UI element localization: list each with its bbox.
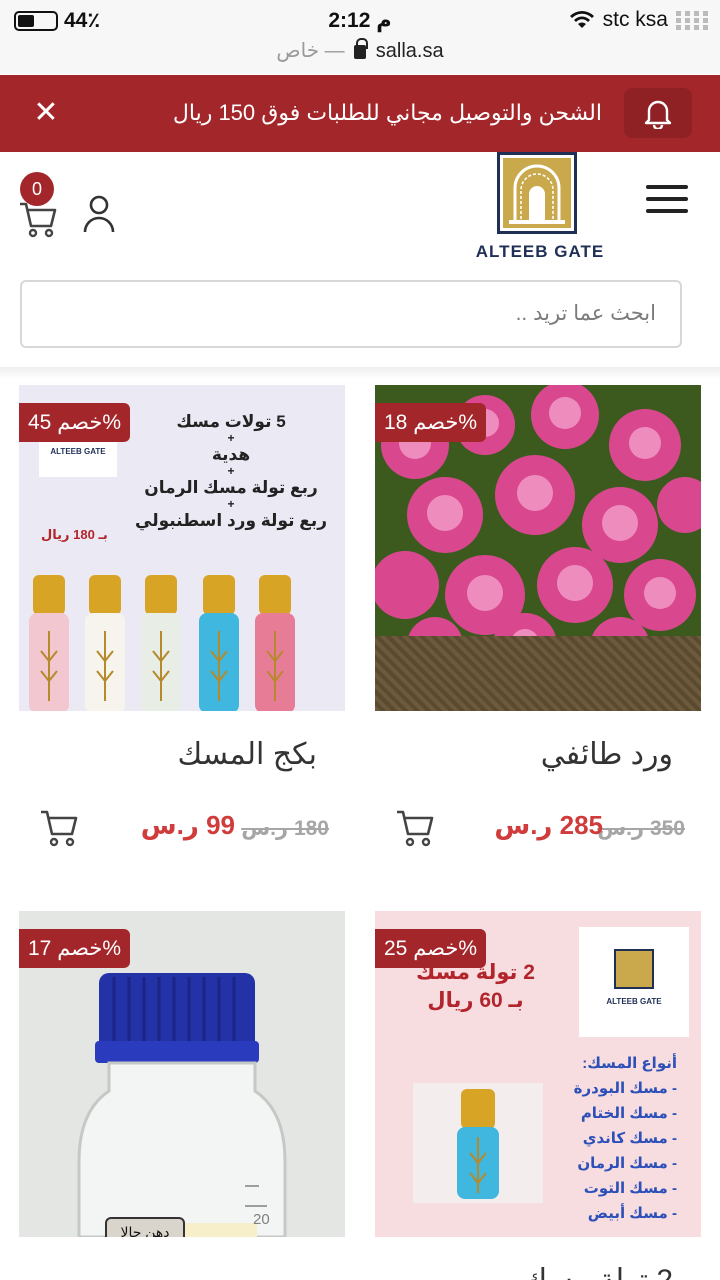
musk-list-title: أنواع المسك: bbox=[582, 1055, 677, 1072]
promo-line: ربع تولة مسك الرمان bbox=[144, 478, 318, 497]
promo-headline: بـ 60 ريال bbox=[427, 989, 524, 1012]
sale-price: 99 ر.س bbox=[140, 810, 235, 840]
header-divider bbox=[0, 367, 720, 379]
site-logo[interactable]: ALTEEB GATE bbox=[475, 152, 605, 262]
menu-line bbox=[646, 185, 688, 189]
product-card[interactable]: دهن جالا 20 خصم 17% bbox=[19, 911, 345, 1237]
wifi-icon bbox=[569, 11, 594, 28]
promo-line: هدية bbox=[211, 445, 251, 464]
site-header: ALTEEB GATE bbox=[0, 152, 720, 367]
musk-list-item: - مسك الرمان bbox=[577, 1155, 677, 1172]
announcement-text: الشحن والتوصيل مجاني للطلبات فوق 150 ريا… bbox=[172, 100, 602, 125]
perfume-bottles-illustration bbox=[29, 575, 295, 711]
close-announcement-button[interactable]: ✕ bbox=[30, 97, 62, 129]
promo-price-note: بـ 180 ريال bbox=[41, 527, 108, 542]
product-name[interactable]: ورد طائفي bbox=[375, 737, 701, 772]
musk-list-item: - مسك الختام bbox=[580, 1105, 677, 1122]
signal-icon bbox=[676, 11, 708, 30]
promo-plus: + bbox=[227, 431, 235, 445]
cart-count-badge: 0 bbox=[20, 172, 54, 206]
menu-line bbox=[646, 209, 688, 213]
gate-arch-icon bbox=[614, 949, 654, 989]
account-button[interactable] bbox=[82, 194, 116, 234]
bottle-scale-mark: 20 bbox=[253, 1211, 270, 1228]
product-image[interactable]: 2 تولة مسك بـ 60 ريال ALTEEB GATE أنواع … bbox=[375, 911, 701, 1237]
gate-arch-icon bbox=[503, 158, 571, 228]
price-row: 350 ر.س 285 ر.س bbox=[375, 810, 701, 852]
add-to-cart-icon[interactable] bbox=[39, 806, 79, 850]
logo-text: ALTEEB GATE bbox=[475, 242, 605, 261]
search-input[interactable] bbox=[22, 282, 680, 346]
promo-plus: + bbox=[227, 497, 235, 511]
menu-button[interactable] bbox=[646, 185, 688, 215]
search-box[interactable] bbox=[20, 280, 682, 348]
carrier-name: stc ksa bbox=[602, 8, 668, 31]
product-card[interactable]: خصم 18% ورد طائفي 350 ر.س 285 ر.س bbox=[375, 385, 701, 852]
product-image[interactable]: خصم 18% bbox=[375, 385, 701, 711]
add-to-cart-icon[interactable] bbox=[395, 806, 435, 850]
cart-icon bbox=[20, 202, 57, 238]
promo-brand: ALTEEB GATE bbox=[606, 997, 662, 1006]
product-card[interactable]: 5 تولات مسك + هدية + ربع تولة مسك الرمان… bbox=[19, 385, 345, 852]
perfume-bottle-illustration bbox=[457, 1089, 499, 1199]
product-name[interactable]: بكج المسك bbox=[19, 737, 345, 772]
promo-line: 5 تولات مسك bbox=[176, 412, 286, 431]
announcement-bar: ✕ الشحن والتوصيل مجاني للطلبات فوق 150 ر… bbox=[0, 75, 720, 152]
product-image[interactable]: 5 تولات مسك + هدية + ربع تولة مسك الرمان… bbox=[19, 385, 345, 711]
musk-list-item: - مسك أبيض bbox=[587, 1205, 677, 1222]
promo-line: ربع تولة ورد اسطنبولي bbox=[135, 511, 327, 530]
browser-address-bar[interactable]: خاص — salla.sa bbox=[0, 38, 720, 74]
musk-list-item: - مسك كاندي bbox=[582, 1130, 677, 1147]
old-price: 180 ر.س bbox=[241, 817, 329, 840]
sale-price: 285 ر.س bbox=[494, 810, 603, 840]
discount-badge: خصم 17% bbox=[19, 929, 131, 968]
private-label: خاص — bbox=[276, 40, 345, 62]
product-card[interactable]: 2 تولة مسك بـ 60 ريال ALTEEB GATE أنواع … bbox=[375, 911, 701, 1280]
promo-plus: + bbox=[227, 464, 235, 478]
musk-list-item: - مسك البودرة bbox=[573, 1080, 677, 1097]
product-image[interactable]: دهن جالا 20 خصم 17% bbox=[19, 911, 345, 1237]
discount-badge: خصم 45% bbox=[19, 403, 131, 442]
product-name[interactable]: 2 تولة مسك bbox=[375, 1263, 701, 1280]
discount-badge: خصم 25% bbox=[375, 929, 487, 968]
user-icon bbox=[83, 195, 115, 233]
burlap-sack bbox=[375, 636, 701, 711]
bell-icon bbox=[644, 100, 672, 129]
menu-line bbox=[646, 197, 688, 201]
old-price: 350 ر.س bbox=[597, 817, 685, 840]
logo-mark bbox=[497, 152, 577, 234]
promo-logo-card: ALTEEB GATE bbox=[579, 927, 689, 1037]
bottle-label: دهن جالا bbox=[105, 1217, 185, 1237]
musk-list-item: - مسك التوت bbox=[583, 1180, 677, 1197]
status-bar: 44٪ 2:12 م stc ksa bbox=[0, 0, 720, 38]
discount-badge: خصم 18% bbox=[375, 403, 487, 442]
notification-button[interactable] bbox=[624, 88, 692, 138]
lock-icon bbox=[354, 38, 369, 59]
bottle-box bbox=[413, 1083, 543, 1203]
domain-text: salla.sa bbox=[375, 40, 444, 62]
price-row: 180 ر.س 99 ر.س bbox=[19, 810, 345, 852]
